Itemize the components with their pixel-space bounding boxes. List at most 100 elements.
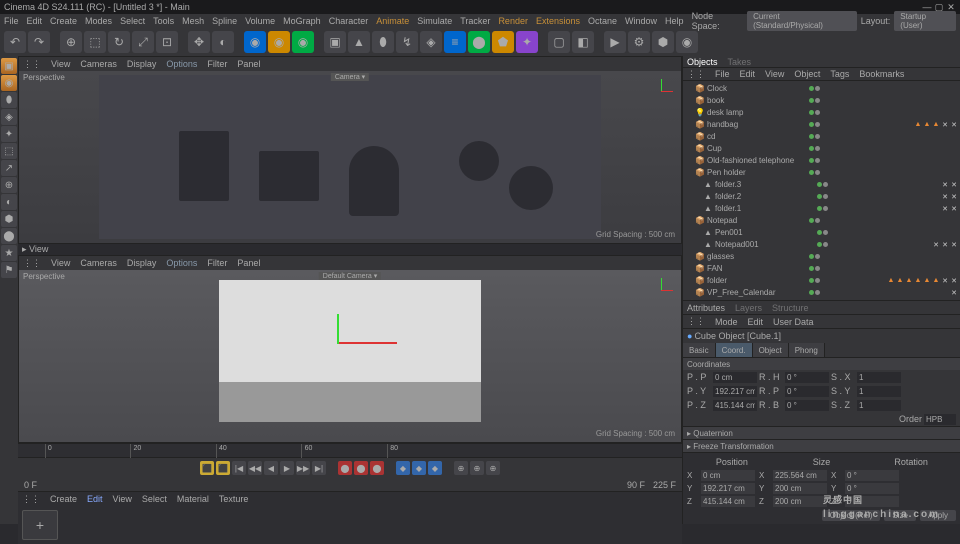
quaternion-section[interactable]: ▸ Quaternion — [683, 426, 960, 439]
mat-menu-create[interactable]: Create — [50, 494, 77, 504]
playback-btn-17[interactable]: ⊕ — [454, 461, 468, 475]
playback-btn-2[interactable]: |◀ — [232, 461, 246, 475]
attr-tab-coord[interactable]: Coord. — [716, 343, 753, 357]
toolbar-btn-21[interactable]: ≡ — [444, 31, 466, 53]
menu-tracker[interactable]: Tracker — [460, 16, 490, 26]
obj-menu-view[interactable]: View — [765, 69, 784, 79]
obj-row-Notepad[interactable]: 📦Notepad — [683, 215, 960, 227]
toolbar-btn-14[interactable]: ◉ — [292, 31, 314, 53]
tab-takes[interactable]: Takes — [728, 57, 752, 67]
playback-btn-19[interactable]: ⊕ — [486, 461, 500, 475]
obj-menu-file[interactable]: File — [715, 69, 730, 79]
menu-octane[interactable]: Octane — [588, 16, 617, 26]
menu-help[interactable]: Help — [665, 16, 684, 26]
obj-row-FAN[interactable]: 📦FAN — [683, 263, 960, 275]
tab-objects[interactable]: Objects — [687, 57, 718, 67]
coord-section[interactable]: Coordinates — [683, 357, 960, 370]
vp-menu-options[interactable]: Options — [166, 59, 197, 69]
xf-pos-Z[interactable] — [701, 496, 755, 507]
mat-menu-material[interactable]: Material — [177, 494, 209, 504]
obj-menu-bookmarks[interactable]: Bookmarks — [859, 69, 904, 79]
playback-btn-14[interactable]: ◆ — [412, 461, 426, 475]
obj-row-Notepad001[interactable]: ▲Notepad001✕✕✕ — [683, 239, 960, 251]
toolbar-btn-12[interactable]: ◉ — [244, 31, 266, 53]
vp-grip-icon[interactable]: ⋮⋮ — [23, 258, 41, 269]
playback-btn-9[interactable]: ⬤ — [338, 461, 352, 475]
left-tool-5[interactable]: ⬚ — [1, 143, 17, 159]
toolbar-btn-24[interactable]: ✦ — [516, 31, 538, 53]
view-divider[interactable]: ▸ View — [22, 244, 48, 255]
obj-row-folder-2[interactable]: ▲folder.2✕✕ — [683, 191, 960, 203]
attr-tab-object[interactable]: Object — [753, 343, 789, 357]
camera-dropdown[interactable]: Default Camera ▾ — [319, 272, 381, 280]
toolbar-btn-0[interactable]: ↶ — [4, 31, 26, 53]
toolbar-btn-26[interactable]: ▢ — [548, 31, 570, 53]
toolbar-btn-9[interactable]: ✥ — [188, 31, 210, 53]
menu-volume[interactable]: Volume — [245, 16, 275, 26]
toolbar-btn-4[interactable]: ⬚ — [84, 31, 106, 53]
vp-menu-options[interactable]: Options — [166, 258, 197, 268]
left-tool-9[interactable]: ⬢ — [1, 211, 17, 227]
toolbar-btn-29[interactable]: ▶ — [604, 31, 626, 53]
mat-menu-texture[interactable]: Texture — [219, 494, 249, 504]
toolbar-btn-22[interactable]: ⬤ — [468, 31, 490, 53]
viewport-top[interactable]: Perspective Camera ▾ Grid Spacing : 500 … — [19, 71, 681, 243]
xf-rot-X[interactable] — [845, 470, 899, 481]
left-tool-7[interactable]: ⊕ — [1, 177, 17, 193]
left-tool-3[interactable]: ◈ — [1, 109, 17, 125]
playback-btn-6[interactable]: ▶▶ — [296, 461, 310, 475]
obj-grip-icon[interactable]: ⋮⋮ — [687, 69, 705, 80]
vp-menu-display[interactable]: Display — [127, 59, 157, 69]
obj-row-glasses[interactable]: 📦glasses — [683, 251, 960, 263]
menu-create[interactable]: Create — [50, 16, 77, 26]
scale-Z-input[interactable] — [857, 400, 901, 411]
object-list[interactable]: 📦Clock📦book💡desk lamp📦handbag▲▲▲✕✕📦cd📦Cu… — [683, 81, 960, 300]
toolbar-btn-32[interactable]: ◉ — [676, 31, 698, 53]
menu-simulate[interactable]: Simulate — [417, 16, 452, 26]
apply-button[interactable]: Apply — [920, 510, 956, 521]
menu-animate[interactable]: Animate — [376, 16, 409, 26]
playback-btn-13[interactable]: ◆ — [396, 461, 410, 475]
toolbar-btn-10[interactable]: ◐ — [212, 31, 234, 53]
rot-B-input[interactable] — [785, 400, 829, 411]
menu-file[interactable]: File — [4, 16, 19, 26]
xf-size-X[interactable] — [773, 470, 827, 481]
new-material-button[interactable]: + — [22, 510, 58, 540]
toolbar-btn-19[interactable]: ↯ — [396, 31, 418, 53]
order-dropdown[interactable]: HPB — [924, 414, 956, 425]
move-gizmo-icon[interactable] — [337, 342, 397, 344]
mat-menu-view[interactable]: View — [113, 494, 132, 504]
playback-btn-5[interactable]: ▶ — [280, 461, 294, 475]
toolbar-btn-30[interactable]: ⚙ — [628, 31, 650, 53]
obj-row-handbag[interactable]: 📦handbag▲▲▲✕✕ — [683, 119, 960, 131]
timeline-ruler[interactable]: 020406080 — [18, 444, 682, 458]
size-dropdown[interactable]: Size — [884, 510, 916, 521]
vp-grip-icon[interactable]: ⋮⋮ — [23, 59, 41, 70]
mat-menu-select[interactable]: Select — [142, 494, 167, 504]
vp-menu-cameras[interactable]: Cameras — [80, 59, 117, 69]
playback-btn-1[interactable]: ⬛ — [216, 461, 230, 475]
attr-grip-icon[interactable]: ⋮⋮ — [687, 316, 705, 327]
xf-rot-Z[interactable] — [845, 496, 899, 507]
toolbar-btn-3[interactable]: ⊕ — [60, 31, 82, 53]
playback-btn-3[interactable]: ◀◀ — [248, 461, 262, 475]
attr-menu-structure[interactable]: Structure — [772, 303, 809, 313]
camera-dropdown[interactable]: Camera ▾ — [331, 73, 369, 81]
left-tool-11[interactable]: ★ — [1, 245, 17, 261]
attr-sub-mode[interactable]: Mode — [715, 317, 738, 327]
obj-menu-tags[interactable]: Tags — [830, 69, 849, 79]
obj-row-folder-3[interactable]: ▲folder.3✕✕ — [683, 179, 960, 191]
obj-row-book[interactable]: 📦book — [683, 95, 960, 107]
axis-gizmo-icon[interactable] — [649, 278, 673, 302]
mat-grip-icon[interactable]: ⋮⋮ — [22, 494, 40, 505]
obj-row-Old-fashioned-telephone[interactable]: 📦Old-fashioned telephone — [683, 155, 960, 167]
left-tool-4[interactable]: ✦ — [1, 126, 17, 142]
obj-row-Clock[interactable]: 📦Clock — [683, 83, 960, 95]
axis-gizmo-icon[interactable] — [649, 79, 673, 103]
pos-Z-input[interactable] — [713, 400, 757, 411]
menu-modes[interactable]: Modes — [85, 16, 112, 26]
toolbar-btn-1[interactable]: ↷ — [28, 31, 50, 53]
mat-menu-edit[interactable]: Edit — [87, 494, 103, 504]
pos-P-input[interactable] — [713, 372, 757, 383]
playback-btn-0[interactable]: ⬛ — [200, 461, 214, 475]
